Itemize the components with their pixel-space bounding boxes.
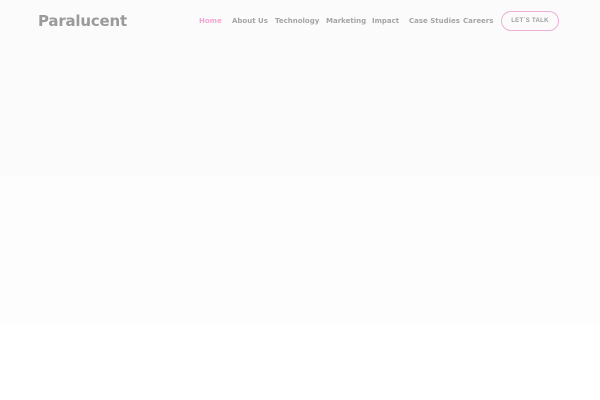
site-logo[interactable]: Paralucent [38,12,127,30]
page: Paralucent Home About Us Technology Mark… [0,0,600,400]
nav-item-case-studies[interactable]: Case Studies [409,17,460,25]
nav-item-home[interactable]: Home [199,17,222,25]
nav-item-impact[interactable]: Impact [372,17,399,25]
nav-item-careers[interactable]: Careers [463,17,493,25]
hero-lower-band [0,175,600,325]
nav-item-marketing[interactable]: Marketing [326,17,366,25]
lets-talk-button[interactable]: LET`S TALK [501,11,559,31]
hero-section [0,0,600,325]
nav-item-technology[interactable]: Technology [275,17,319,25]
nav-item-about-us[interactable]: About Us [232,17,268,25]
site-header: Paralucent Home About Us Technology Mark… [0,0,600,44]
